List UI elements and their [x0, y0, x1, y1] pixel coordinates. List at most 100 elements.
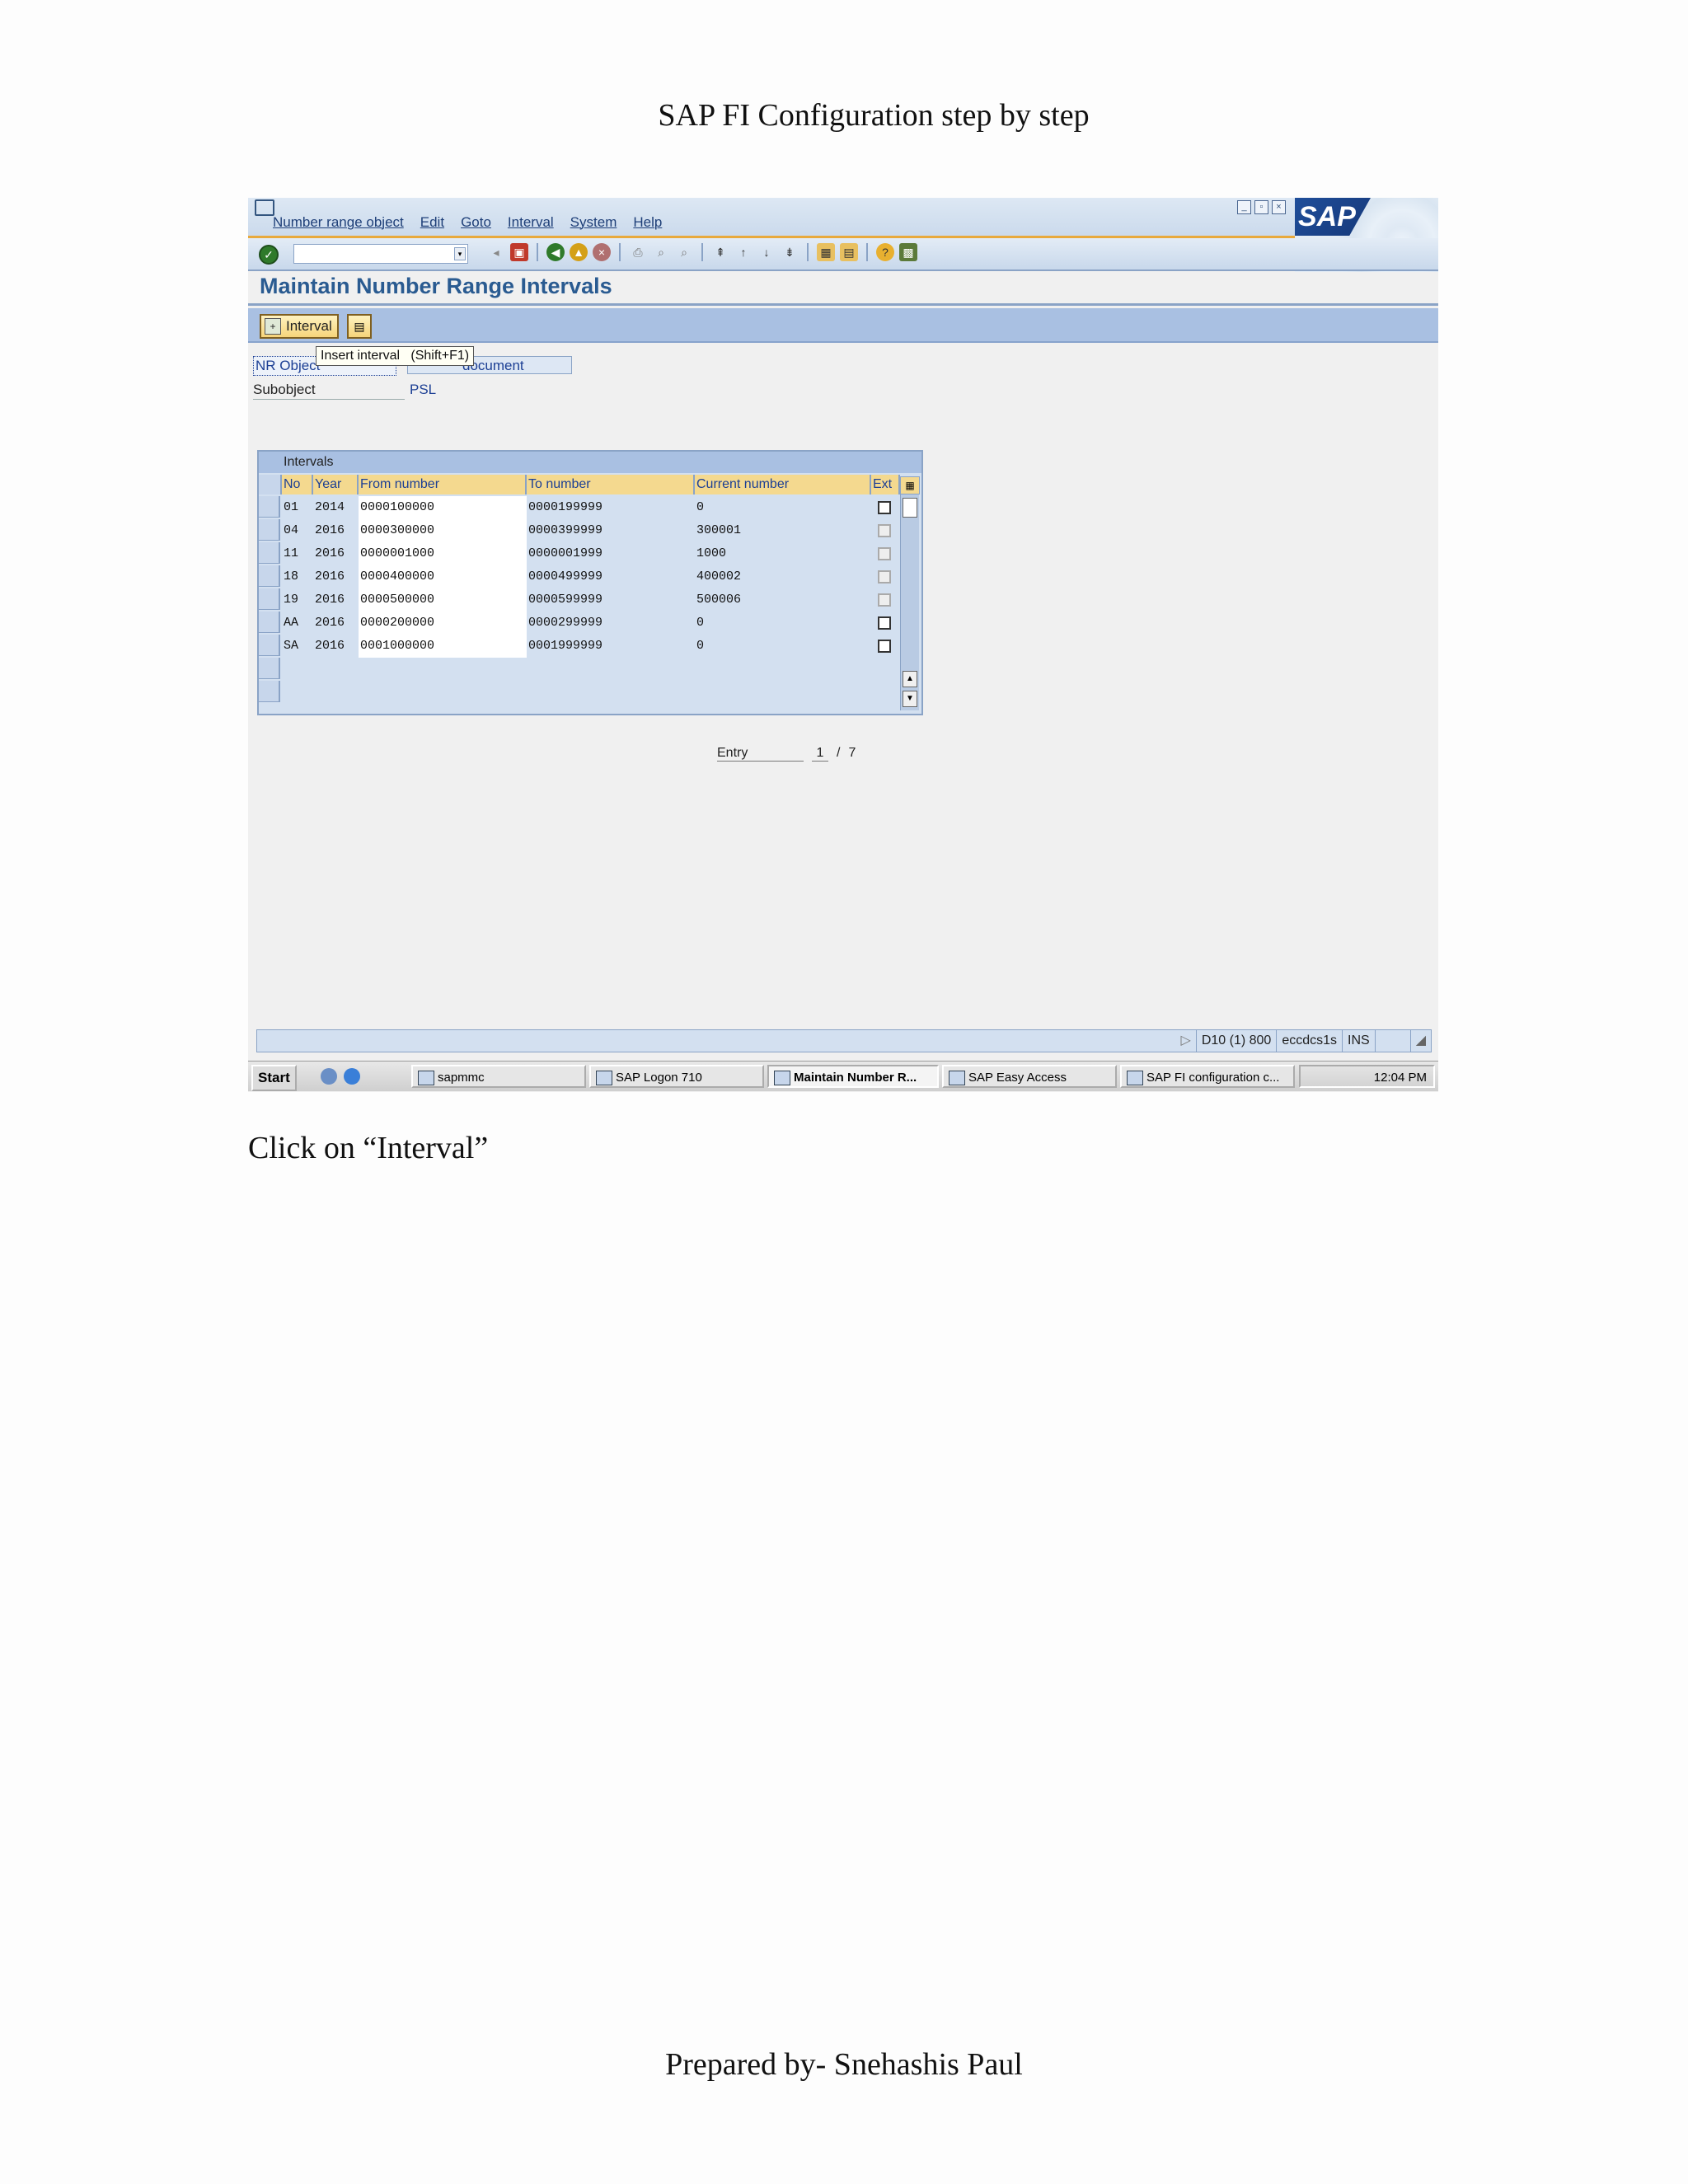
taskbar-item-maintain-number-range[interactable]: Maintain Number R...: [767, 1065, 939, 1088]
cell-from-number[interactable]: 0000400000: [359, 565, 527, 588]
menu-interval[interactable]: Interval: [508, 214, 554, 231]
menu-edit[interactable]: Edit: [420, 214, 444, 231]
cell-to-number: 0000599999: [527, 588, 695, 612]
column-header-from-number[interactable]: From number: [359, 475, 527, 494]
status-system[interactable]: D10 (1) 800: [1195, 1030, 1277, 1052]
column-header-no[interactable]: No: [282, 475, 313, 494]
select-all-cell[interactable]: [259, 475, 282, 494]
scrollbar-thumb[interactable]: [903, 498, 917, 518]
menu-bar-area: Number range object Edit Goto Interval S…: [248, 198, 1438, 238]
row-selector[interactable]: [259, 496, 280, 518]
enter-icon[interactable]: ✓: [259, 245, 279, 265]
cell-no: 04: [282, 519, 313, 542]
find-next-icon[interactable]: ⌕: [675, 243, 693, 261]
ext-checkbox[interactable]: [878, 501, 891, 514]
toolbar-icons: ◂ ▣ ◀ ▲ × ⎙ ⌕ ⌕ ⇞ ↑ ↓ ⇟ ▦ ▤ ? ▩: [487, 243, 917, 261]
table-header: No Year From number To number Current nu…: [259, 475, 900, 494]
taskbar-item-sapmmc[interactable]: sapmmc: [411, 1065, 586, 1088]
entry-current[interactable]: 1: [812, 746, 828, 762]
row-selector[interactable]: [259, 612, 280, 633]
resize-grip-icon[interactable]: ◢: [1409, 1030, 1431, 1052]
back-icon[interactable]: ◀: [546, 243, 565, 261]
row-selector[interactable]: [259, 681, 280, 702]
row-selector[interactable]: [259, 658, 280, 679]
row-selector[interactable]: [259, 565, 280, 587]
menu-system[interactable]: System: [570, 214, 617, 231]
next-page-icon[interactable]: ↓: [757, 243, 776, 261]
cell-from-number[interactable]: 0001000000: [359, 635, 527, 658]
customize-layout-icon[interactable]: ▩: [899, 243, 917, 261]
status-info: ▷ D10 (1) 800 eccdcs1s INS ◢: [1176, 1030, 1432, 1052]
last-page-icon[interactable]: ⇟: [781, 243, 799, 261]
cell-year: 2016: [313, 565, 359, 588]
first-page-icon[interactable]: ⇞: [711, 243, 729, 261]
command-history-icon[interactable]: ▾: [454, 247, 466, 260]
print-icon[interactable]: ⎙: [629, 243, 647, 261]
ext-checkbox[interactable]: [878, 640, 891, 653]
scroll-up-icon[interactable]: ▲: [903, 671, 917, 687]
table-settings-icon[interactable]: ▦: [900, 476, 920, 494]
cell-from-number[interactable]: 0000500000: [359, 588, 527, 612]
change-status-icon[interactable]: ▤: [347, 314, 372, 339]
show-desktop-icon[interactable]: [321, 1068, 337, 1085]
row-selector[interactable]: [259, 519, 280, 541]
menu-goto[interactable]: Goto: [461, 214, 491, 231]
word-icon: [1127, 1071, 1143, 1085]
menu-help[interactable]: Help: [633, 214, 662, 231]
clock[interactable]: 12:04 PM: [1374, 1071, 1427, 1085]
table-scrollbar[interactable]: ▲ ▼: [900, 494, 919, 710]
taskbar-item-sap-easy-access[interactable]: SAP Easy Access: [942, 1065, 1117, 1088]
menu-number-range-object[interactable]: Number range object: [273, 214, 404, 231]
ext-checkbox[interactable]: [878, 616, 891, 630]
exit-icon[interactable]: ▲: [570, 243, 588, 261]
toolbar-separator: [701, 243, 703, 261]
close-icon[interactable]: ×: [1272, 200, 1286, 214]
command-field[interactable]: ▾: [293, 244, 468, 264]
cell-from-number[interactable]: 0000001000: [359, 542, 527, 565]
app-icon: [418, 1071, 434, 1085]
new-session-icon[interactable]: ▦: [817, 243, 835, 261]
table-row: 04 2016 0000300000 0000399999 300001: [282, 519, 900, 542]
system-menu-icon[interactable]: [255, 199, 274, 216]
app-icon: [596, 1071, 612, 1085]
cell-from-number[interactable]: 0000200000: [359, 612, 527, 635]
status-mode[interactable]: INS: [1342, 1030, 1375, 1052]
cell-year: 2016: [313, 519, 359, 542]
cell-from-number[interactable]: 0000100000: [359, 496, 527, 519]
cell-no: 11: [282, 542, 313, 565]
cell-ext: [871, 542, 900, 565]
back-arrow-icon[interactable]: ◂: [487, 243, 505, 261]
interval-button[interactable]: + Interval: [260, 314, 339, 339]
menu-bar: Number range object Edit Goto Interval S…: [273, 214, 678, 231]
app-icon: [949, 1071, 965, 1085]
column-header-to-number[interactable]: To number: [527, 475, 695, 494]
row-selector[interactable]: [259, 588, 280, 610]
interval-button-label: Interval: [286, 318, 332, 334]
row-selector[interactable]: [259, 542, 280, 564]
shortcut-icon[interactable]: ▤: [840, 243, 858, 261]
cell-no: AA: [282, 612, 313, 635]
status-expand-icon[interactable]: ▷: [1176, 1030, 1196, 1052]
help-icon[interactable]: ?: [876, 243, 894, 261]
taskbar-item-word-document[interactable]: SAP FI configuration c...: [1120, 1065, 1295, 1088]
column-header-ext[interactable]: Ext: [871, 475, 900, 494]
instruction-caption: Click on “Interval”: [248, 1131, 489, 1165]
cell-from-number[interactable]: 0000300000: [359, 519, 527, 542]
cell-ext: [871, 565, 900, 588]
cancel-icon[interactable]: ×: [593, 243, 611, 261]
start-button[interactable]: Start: [251, 1065, 297, 1091]
row-selector[interactable]: [259, 635, 280, 656]
minimize-icon[interactable]: _: [1237, 200, 1251, 214]
ext-checkbox: [878, 570, 891, 583]
scroll-down-icon[interactable]: ▼: [903, 691, 917, 707]
cell-current-number: 400002: [695, 565, 871, 588]
column-header-current-number[interactable]: Current number: [695, 475, 871, 494]
previous-page-icon[interactable]: ↑: [734, 243, 753, 261]
maximize-icon[interactable]: ▫: [1254, 200, 1268, 214]
cell-to-number: 0000199999: [527, 496, 695, 519]
taskbar-item-sap-logon[interactable]: SAP Logon 710: [589, 1065, 764, 1088]
internet-explorer-icon[interactable]: [344, 1068, 360, 1085]
column-header-year[interactable]: Year: [313, 475, 359, 494]
find-icon[interactable]: ⌕: [652, 243, 670, 261]
save-icon[interactable]: ▣: [510, 243, 528, 261]
